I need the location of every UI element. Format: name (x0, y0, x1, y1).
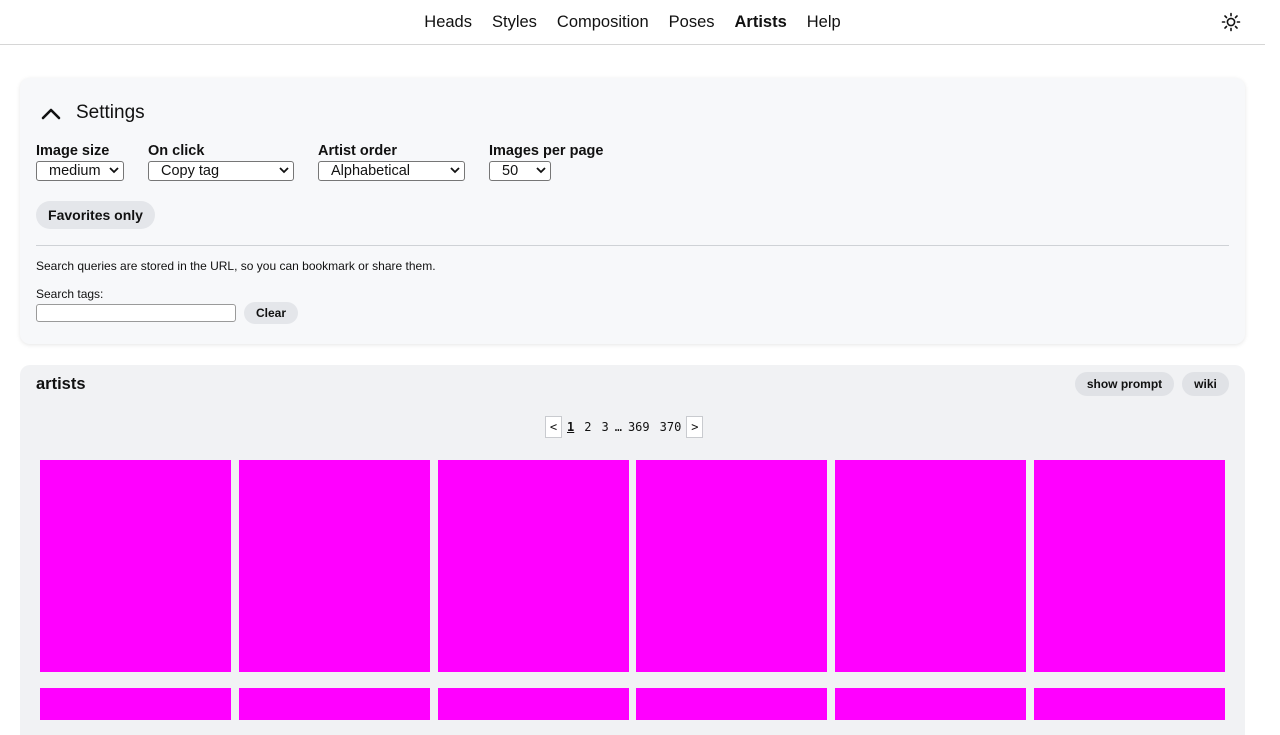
on-click-select[interactable]: Copy tag (148, 161, 294, 181)
images-per-page-field: Images per page 50 (489, 143, 603, 181)
theme-toggle-button[interactable] (1219, 10, 1243, 34)
next-page-button[interactable]: > (686, 416, 704, 438)
wiki-button[interactable]: wiki (1182, 372, 1229, 396)
nav-composition[interactable]: Composition (547, 0, 659, 44)
artist-image-tile[interactable] (40, 460, 231, 672)
image-size-field: Image size medium (36, 143, 124, 181)
favorites-only-button[interactable]: Favorites only (36, 201, 155, 229)
image-size-label: Image size (36, 143, 110, 159)
main-nav: Heads Styles Composition Poses Artists H… (0, 0, 1265, 44)
nav-heads[interactable]: Heads (414, 0, 482, 44)
page-link-3[interactable]: 3 (596, 420, 613, 434)
search-tags-label: Search tags: (36, 287, 104, 301)
nav-styles[interactable]: Styles (482, 0, 547, 44)
show-prompt-button[interactable]: show prompt (1075, 372, 1174, 396)
artist-image-tile[interactable] (835, 688, 1026, 720)
artists-heading: artists (36, 375, 86, 393)
artist-order-value: Alphabetical (331, 163, 410, 179)
artist-image-tile[interactable] (636, 688, 827, 720)
search-tags-input[interactable] (36, 304, 236, 322)
settings-panel: Settings Image size medium On click Copy… (20, 78, 1245, 344)
url-storage-note: Search queries are stored in the URL, so… (36, 259, 436, 273)
images-per-page-value: 50 (502, 163, 519, 179)
image-size-select[interactable]: medium (36, 161, 124, 181)
chevron-down-icon (109, 166, 119, 177)
chevron-up-icon (40, 105, 62, 121)
nav-poses[interactable]: Poses (659, 0, 725, 44)
settings-toggle[interactable]: Settings (40, 101, 145, 125)
divider (36, 245, 1229, 246)
artist-order-select[interactable]: Alphabetical (318, 161, 465, 181)
artists-panel: artists show prompt wiki < 1 2 3 … 369 3… (20, 365, 1245, 735)
pagination: < 1 2 3 … 369 370 > (545, 416, 704, 438)
settings-title: Settings (76, 102, 145, 123)
artist-image-tile[interactable] (835, 460, 1026, 672)
image-size-value: medium (49, 163, 101, 179)
artist-image-tile[interactable] (1034, 460, 1225, 672)
artist-image-tile[interactable] (636, 460, 827, 672)
nav-help[interactable]: Help (797, 0, 851, 44)
page-link-370[interactable]: 370 (655, 420, 687, 434)
page-link-1[interactable]: 1 (562, 420, 579, 434)
page-link-369[interactable]: 369 (623, 420, 655, 434)
artist-image-tile[interactable] (438, 460, 629, 672)
artist-image-tile[interactable] (239, 460, 430, 672)
artist-image-tile[interactable] (239, 688, 430, 720)
settings-fields: Image size medium On click Copy tag Arti… (36, 143, 603, 181)
nav-artists[interactable]: Artists (725, 0, 797, 44)
artist-order-field: Artist order Alphabetical (318, 143, 465, 181)
artist-order-label: Artist order (318, 143, 397, 159)
artist-image-tile[interactable] (40, 688, 231, 720)
prev-page-button[interactable]: < (545, 416, 562, 438)
top-navigation-bar: Heads Styles Composition Poses Artists H… (0, 0, 1265, 45)
on-click-field: On click Copy tag (148, 143, 294, 181)
page-link-2[interactable]: 2 (579, 420, 596, 434)
images-per-page-select[interactable]: 50 (489, 161, 551, 181)
page-ellipsis: … (614, 420, 622, 434)
images-per-page-label: Images per page (489, 143, 604, 159)
clear-button[interactable]: Clear (244, 302, 298, 324)
chevron-down-icon (279, 166, 289, 177)
artist-image-tile[interactable] (438, 688, 629, 720)
on-click-value: Copy tag (161, 163, 220, 179)
on-click-label: On click (148, 143, 205, 159)
chevron-down-icon (450, 166, 460, 177)
artist-image-tile[interactable] (1034, 688, 1225, 720)
sun-icon (1221, 12, 1241, 32)
chevron-down-icon (536, 166, 546, 177)
